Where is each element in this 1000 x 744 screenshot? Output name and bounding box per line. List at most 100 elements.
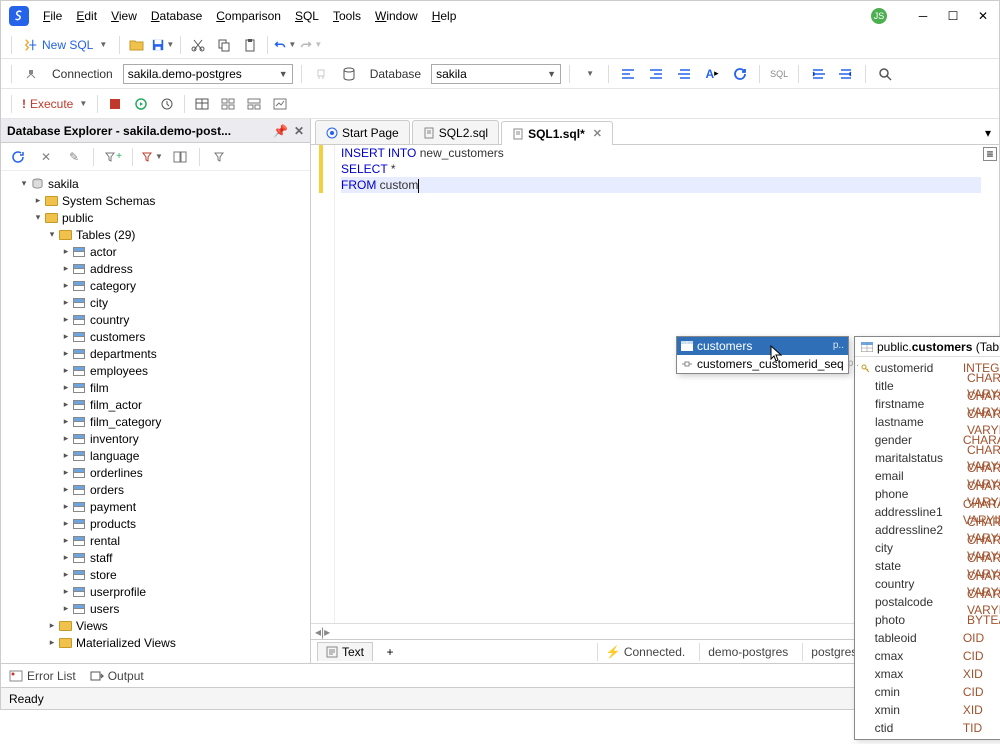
filter2-icon[interactable]: ▼ [141,146,163,168]
tree-table-city[interactable]: ▸city [1,294,310,311]
tab-sql2[interactable]: SQL2.sql [412,120,499,144]
tree-tables[interactable]: ▾Tables (29) [1,226,310,243]
menu-help[interactable]: Help [426,5,463,27]
execute-button[interactable]: ! Execute ▼ [18,95,91,113]
step-in-icon[interactable] [835,63,857,85]
tree-table-rental[interactable]: ▸rental [1,532,310,549]
menu-view[interactable]: View [105,5,143,27]
plug-icon[interactable] [310,63,332,85]
search-icon[interactable] [874,63,896,85]
indent-icon[interactable] [645,63,667,85]
tree-system-schemas[interactable]: ▸System Schemas [1,192,310,209]
open-button[interactable] [126,34,148,56]
tree-table-customers[interactable]: ▸customers [1,328,310,345]
history-icon[interactable] [156,93,178,115]
more-dropdown[interactable]: ▼ [578,63,600,85]
explorer-title: Database Explorer - sakila.demo-post... [7,124,231,138]
table-icon[interactable] [191,93,213,115]
layout-icon[interactable] [243,93,265,115]
filter1-icon[interactable]: + [102,146,124,168]
tree-table-inventory[interactable]: ▸inventory [1,430,310,447]
tree-views[interactable]: ▸Views [1,617,310,634]
comment-icon[interactable] [673,63,695,85]
paste-button[interactable] [239,34,261,56]
menu-edit[interactable]: Edit [70,5,103,27]
sql-mode-icon[interactable]: SQL [768,63,790,85]
grid-icon[interactable] [217,93,239,115]
tree-table-userprofile[interactable]: ▸userprofile [1,583,310,600]
tree-table-orders[interactable]: ▸orders [1,481,310,498]
tab-sql1[interactable]: SQL1.sql*✕ [501,121,613,145]
database-dropdown[interactable]: sakila▼ [431,64,561,84]
results-text-tab[interactable]: Text [317,642,373,661]
tree-table-orderlines[interactable]: ▸orderlines [1,464,310,481]
cut-button[interactable] [187,34,209,56]
menu-file[interactable]: File [37,5,68,27]
maximize-button[interactable]: ☐ [945,8,961,24]
tree-table-category[interactable]: ▸category [1,277,310,294]
tree-schema-public[interactable]: ▾public [1,209,310,226]
close-tab-icon[interactable]: ✕ [593,127,602,140]
tree-table-staff[interactable]: ▸staff [1,549,310,566]
step-out-icon[interactable] [807,63,829,85]
autocomplete-item-seq[interactable]: customers_customerid_seqp.. [677,355,848,373]
error-list-tab[interactable]: Error List [9,669,76,683]
sql-editor[interactable]: ≡ INSERT INTO new_customers SELECT * FRO… [311,145,999,623]
tree-db-sakila[interactable]: ▾sakila [1,175,310,192]
status-ready: Ready [9,692,44,706]
new-sql-button[interactable]: New SQL ▼ [18,36,113,54]
statusbar: Ready Ln 3 Col 12 Ch 12 [1,687,999,709]
funnel-icon[interactable] [208,146,230,168]
tree-table-employees[interactable]: ▸employees [1,362,310,379]
connection-dropdown[interactable]: sakila.demo-postgres▼ [123,64,293,84]
tree-table-film_category[interactable]: ▸film_category [1,413,310,430]
tree-table-products[interactable]: ▸products [1,515,310,532]
database-tree[interactable]: ▾sakila▸System Schemas▾public▾Tables (29… [1,171,310,663]
tree-table-users[interactable]: ▸users [1,600,310,617]
refresh-icon[interactable] [729,63,751,85]
connect-icon[interactable] [20,63,42,85]
column-row-xmax: xmaxXIDNOT NULL [855,665,1000,683]
undo-button[interactable]: ▼ [274,34,296,56]
tree-table-payment[interactable]: ▸payment [1,498,310,515]
copy-button[interactable] [213,34,235,56]
stop-icon[interactable] [104,93,126,115]
tree-table-departments[interactable]: ▸departments [1,345,310,362]
tab-start-page[interactable]: Start Page [315,120,410,144]
refresh-tree-icon[interactable] [7,146,29,168]
tabs-dropdown[interactable]: ▾ [977,122,999,144]
edit-icon[interactable]: ✎ [63,146,85,168]
db-icon[interactable] [338,63,360,85]
tree-table-actor[interactable]: ▸actor [1,243,310,260]
tree-table-film_actor[interactable]: ▸film_actor [1,396,310,413]
menu-database[interactable]: Database [145,5,208,27]
autocomplete-item-customers[interactable]: customersp.. [677,337,848,355]
minimize-button[interactable]: ─ [915,8,931,24]
close-panel-icon[interactable]: ✕ [294,124,304,138]
menu-tools[interactable]: Tools [327,5,367,27]
menu-sql[interactable]: SQL [289,5,325,27]
tree-table-language[interactable]: ▸language [1,447,310,464]
panel-mode-icon[interactable] [169,146,191,168]
delete-icon[interactable]: ✕ [35,146,57,168]
add-results-tab[interactable]: + [379,641,401,663]
tree-table-country[interactable]: ▸country [1,311,310,328]
align-left-icon[interactable] [617,63,639,85]
close-button[interactable]: ✕ [975,8,991,24]
redo-button[interactable]: ▼ [300,34,322,56]
menu-window[interactable]: Window [369,5,424,27]
save-button[interactable]: ▼ [152,34,174,56]
execute-label: Execute [30,97,73,111]
user-badge[interactable]: JS [871,8,887,24]
menu-comparison[interactable]: Comparison [210,5,287,27]
pin-icon[interactable]: 📌 [273,124,288,138]
output-tab[interactable]: Output [90,669,144,683]
tree-table-film[interactable]: ▸film [1,379,310,396]
tree-table-store[interactable]: ▸store [1,566,310,583]
chart-icon[interactable] [269,93,291,115]
tree-table-address[interactable]: ▸address [1,260,310,277]
tree-mat-views[interactable]: ▸Materialized Views [1,634,310,651]
autocomplete-popup[interactable]: customersp.. customers_customerid_seqp.. [676,336,849,374]
case-icon[interactable]: A▸ [701,63,723,85]
run-icon[interactable] [130,93,152,115]
